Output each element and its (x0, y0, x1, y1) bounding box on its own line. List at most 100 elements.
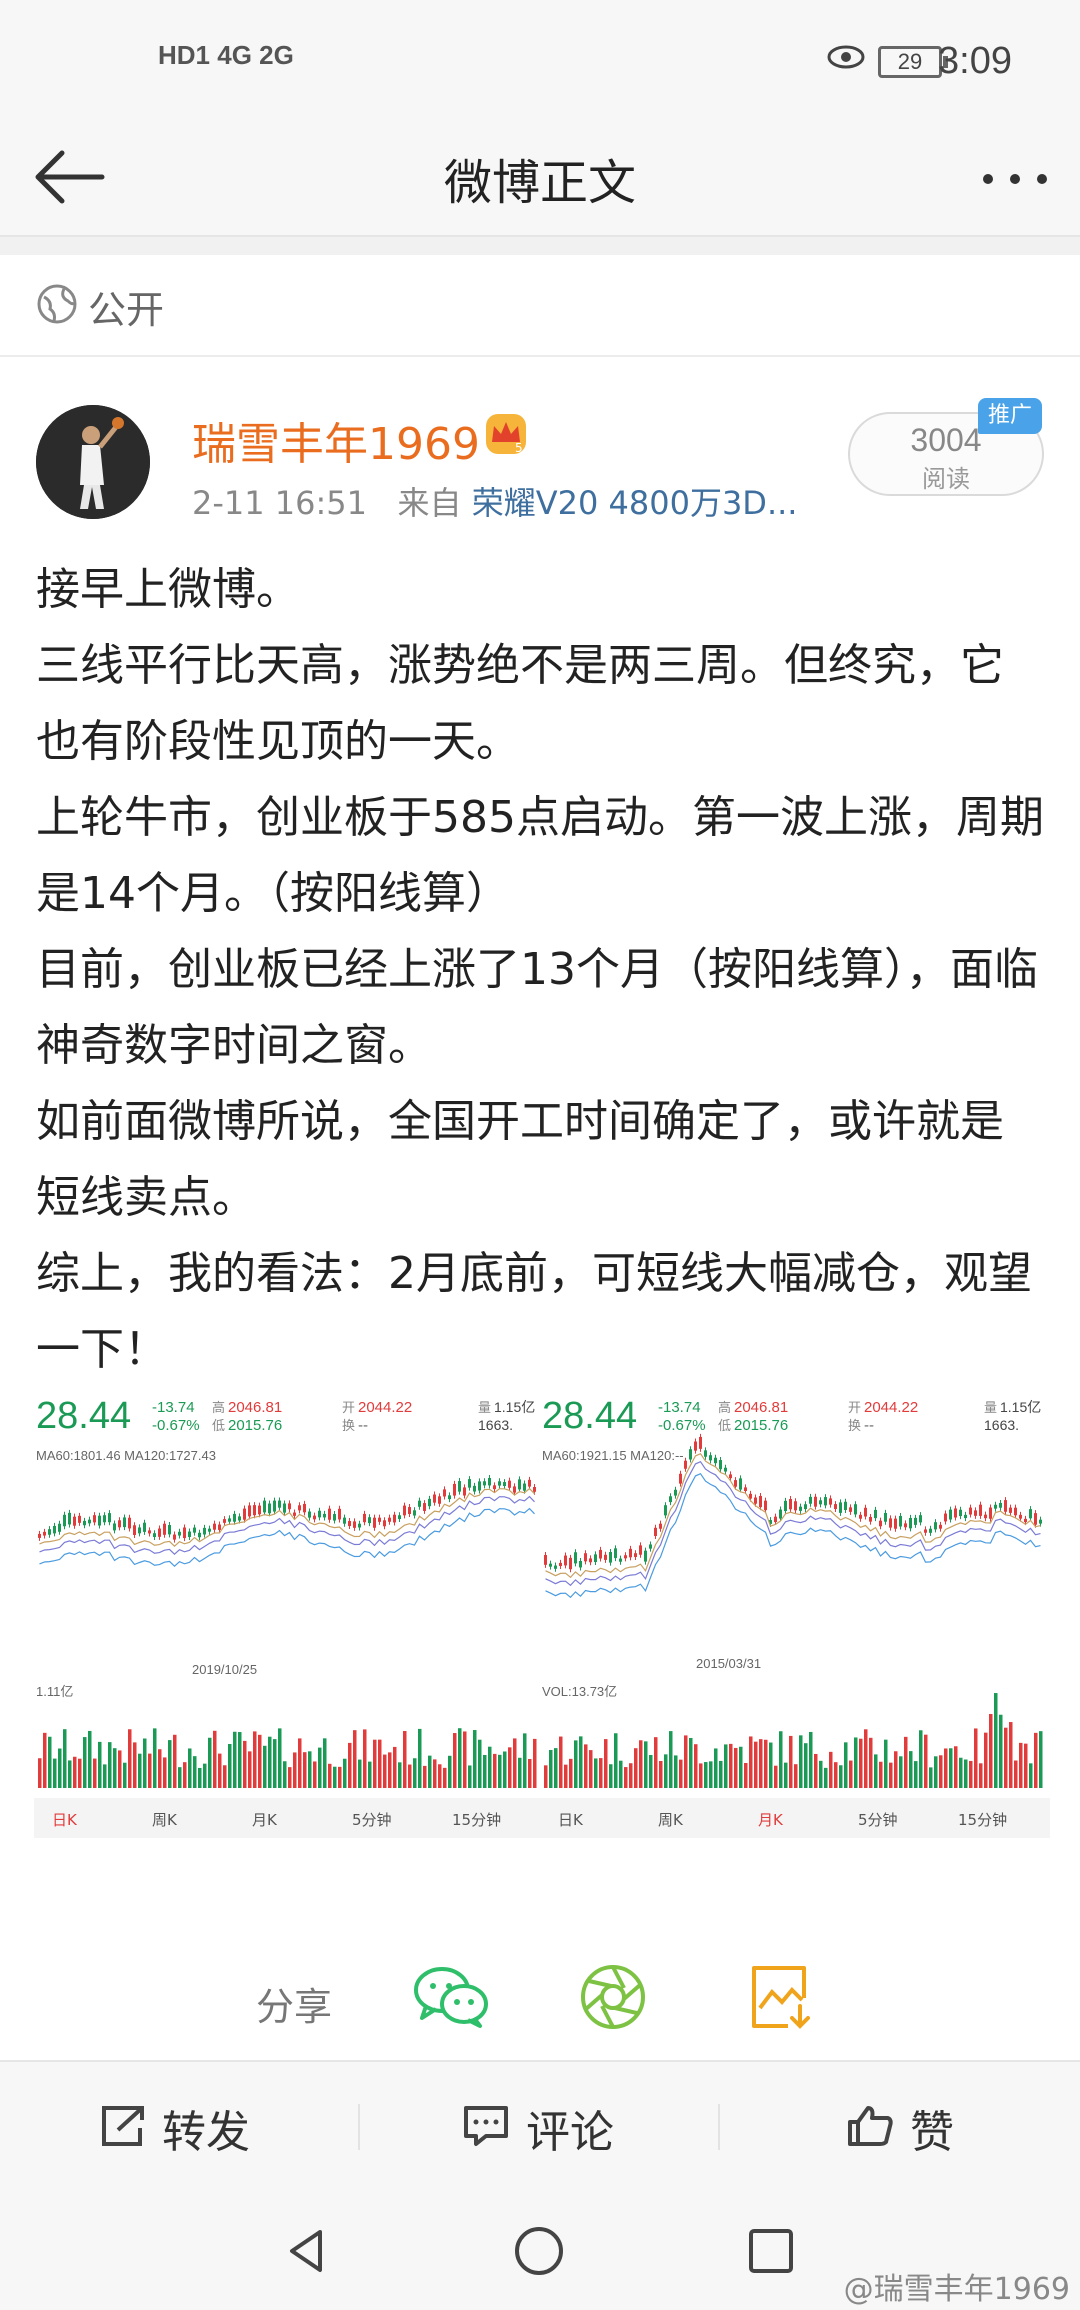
svg-text:5: 5 (515, 441, 523, 455)
candle (739, 1478, 742, 1490)
post-paragraph: 综上，我的看法：2月底前，可短线大幅减仓，观望一下！ (36, 1248, 1032, 1375)
volume-bar (168, 1740, 172, 1788)
candle (213, 1523, 216, 1530)
repost-icon (102, 2106, 144, 2146)
avatar[interactable] (36, 405, 150, 519)
chart-ma-text: MA60:1801.46 MA120:1727.43 (36, 1448, 216, 1463)
volume-bar (839, 1765, 843, 1788)
volume-bar (1039, 1731, 1043, 1788)
candle (168, 1525, 171, 1535)
candle (48, 1529, 51, 1535)
candle (43, 1531, 46, 1536)
post-source[interactable]: 荣耀V20 4800万3D... (472, 484, 798, 522)
candle (639, 1545, 642, 1555)
candle (699, 1436, 702, 1449)
visibility-row: 公开 (0, 255, 1080, 357)
volume-bar (488, 1746, 492, 1788)
candle (724, 1467, 727, 1472)
candle (809, 1496, 812, 1504)
section-gap (0, 237, 1080, 255)
candle (383, 1520, 386, 1527)
candle (288, 1503, 291, 1510)
volume-bar (303, 1752, 307, 1788)
nav-back-icon[interactable] (282, 2226, 332, 2276)
chart-low: 2015.76 (228, 1417, 282, 1434)
author-name[interactable]: 瑞雪丰年1969 (192, 408, 480, 472)
save-image-icon[interactable] (748, 1962, 814, 2032)
volume-bar (43, 1732, 47, 1788)
volume-bar (203, 1763, 207, 1788)
read-label: 阅读 (922, 465, 970, 493)
chart-amount: 1663. (478, 1417, 513, 1433)
action-divider (358, 2104, 360, 2150)
candle (233, 1513, 236, 1522)
candle (473, 1485, 476, 1492)
volume-bar (88, 1730, 92, 1788)
candle (584, 1553, 587, 1562)
promote-badge[interactable]: 推广 (978, 398, 1042, 434)
candle (273, 1500, 276, 1512)
chart-high-label: 高 (718, 1400, 731, 1416)
candle (208, 1528, 211, 1532)
candle (1034, 1513, 1037, 1525)
candle (413, 1510, 416, 1516)
moments-icon[interactable] (578, 1962, 648, 2032)
candle (899, 1515, 902, 1527)
volume-bar (909, 1751, 913, 1788)
volume-bar (253, 1731, 257, 1788)
candle (393, 1514, 396, 1523)
candle (148, 1530, 151, 1534)
post-paragraph: 目前，创业板已经上涨了13个月（按阳线算），面临神奇数字时间之窗。 (36, 944, 1038, 1071)
chart-price: 28.44 (542, 1395, 637, 1437)
volume-bar (393, 1746, 397, 1788)
volume-bar (98, 1741, 102, 1788)
candle (328, 1508, 331, 1520)
candle (714, 1457, 717, 1464)
candle (884, 1512, 887, 1522)
nav-recents-icon[interactable] (746, 2226, 796, 2276)
volume-bar (789, 1735, 793, 1788)
candle (964, 1514, 967, 1519)
volume-bar (308, 1751, 312, 1788)
volume-bar (819, 1760, 823, 1788)
volume-bar (744, 1763, 748, 1788)
volume-bar (38, 1758, 42, 1788)
volume-bar (383, 1754, 387, 1788)
candle (303, 1503, 306, 1513)
chart-amount: 1663. (984, 1417, 1019, 1433)
volume-bar (564, 1764, 568, 1788)
candle (729, 1474, 732, 1479)
volume-bar (473, 1730, 477, 1788)
more-options-icon[interactable] (980, 169, 1050, 189)
volume-bar (594, 1758, 598, 1788)
post-image-chart-2[interactable]: 28.44 -13.74 -0.67% 高 2046.81 低 2015.76 … (540, 1388, 1050, 1888)
volume-bar (1009, 1722, 1013, 1788)
candle (789, 1499, 792, 1510)
candle (1009, 1507, 1012, 1513)
candle (308, 1511, 311, 1518)
candle (614, 1548, 617, 1559)
volume-bar (53, 1758, 57, 1788)
volume-bar (93, 1758, 97, 1788)
chart-low-label: 低 (718, 1419, 731, 1434)
post-paragraph: 三线平行比天高，涨势绝不是两三周。但终究，它也有阶段性见顶的一天。 (36, 640, 1004, 767)
volume-bar (989, 1714, 993, 1788)
comment-label: 评论 (526, 2107, 614, 2158)
nav-home-icon[interactable] (512, 2224, 566, 2278)
eye-comfort-icon (827, 45, 865, 69)
candle (518, 1479, 521, 1490)
chart-vol-label: 量 (478, 1401, 491, 1416)
volume-bar (969, 1760, 973, 1788)
chart-tab: 月K (758, 1811, 784, 1829)
globe-icon (37, 284, 77, 324)
candle (664, 1505, 667, 1516)
wechat-icon[interactable] (412, 1962, 490, 2032)
chart-change: -13.74 (658, 1399, 701, 1416)
chart-open-label: 开 (342, 1401, 355, 1416)
candle (879, 1520, 882, 1527)
candle (433, 1494, 436, 1503)
post-image-chart-1[interactable]: 28.44 -13.74 -0.67% 高 2046.81 低 2015.76 … (34, 1388, 544, 1888)
volume-bar (679, 1759, 683, 1788)
candle (468, 1479, 471, 1488)
candle (38, 1533, 41, 1538)
